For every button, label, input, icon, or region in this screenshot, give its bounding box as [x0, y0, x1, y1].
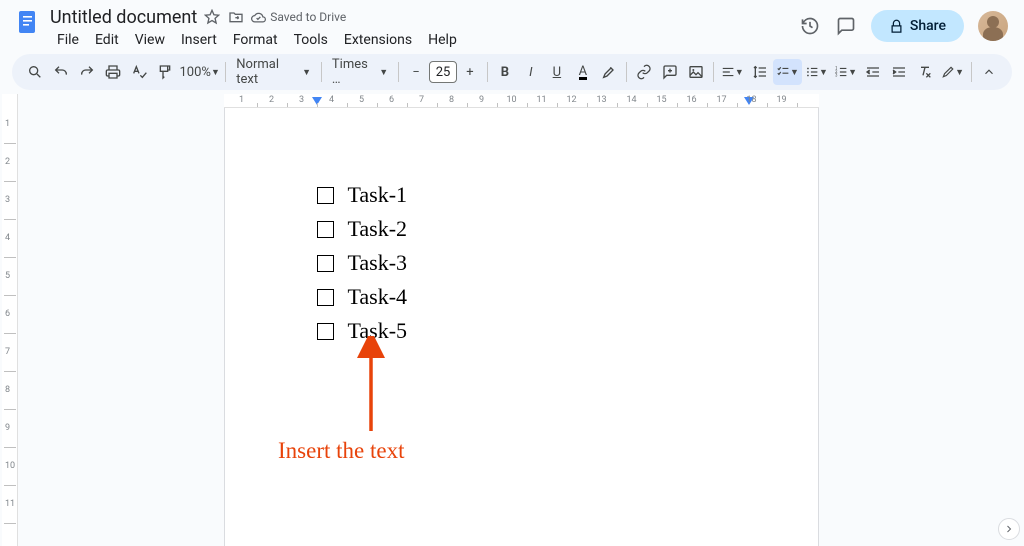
document-scroll[interactable]: 12345678910111213141516171819 Task-1 Tas…: [18, 94, 1024, 546]
horizontal-ruler[interactable]: 12345678910111213141516171819: [224, 94, 819, 108]
line-spacing-button[interactable]: [747, 59, 773, 85]
comment-icon[interactable]: [835, 15, 857, 37]
task-text[interactable]: Task-3: [348, 246, 408, 280]
menu-format[interactable]: Format: [226, 30, 285, 50]
undo-icon[interactable]: [48, 59, 74, 85]
vertical-ruler[interactable]: 1234567891011: [2, 94, 18, 546]
menu-view[interactable]: View: [128, 30, 172, 50]
task-text[interactable]: Task-5: [348, 314, 408, 348]
font-size-input[interactable]: 25: [429, 61, 457, 83]
italic-button[interactable]: I: [518, 59, 544, 85]
task-text[interactable]: Task-1: [348, 178, 408, 212]
insert-image-button[interactable]: [683, 59, 709, 85]
save-status-text: Saved to Drive: [270, 10, 346, 24]
editing-mode-button[interactable]: ▼: [938, 59, 967, 85]
app-header: Untitled document Saved to Drive File Ed…: [0, 0, 1024, 52]
menu-insert[interactable]: Insert: [174, 30, 224, 50]
numbered-list-button[interactable]: 123▼: [831, 59, 860, 85]
header-right: Share: [799, 6, 1014, 42]
toolbar: 100%▼ Normal text▼ Times …▼ − 25 + B I U…: [12, 54, 1012, 90]
print-icon[interactable]: [100, 59, 126, 85]
paint-format-icon[interactable]: [152, 59, 178, 85]
highlight-color-button[interactable]: [596, 59, 622, 85]
document-page[interactable]: Task-1 Task-2 Task-3 Task-4 Task-5: [224, 108, 819, 546]
save-status[interactable]: Saved to Drive: [251, 10, 346, 25]
checkbox-icon[interactable]: [317, 221, 334, 238]
account-avatar[interactable]: [978, 11, 1008, 41]
title-block: Untitled document Saved to Drive File Ed…: [50, 6, 799, 50]
document-content[interactable]: Task-1 Task-2 Task-3 Task-4 Task-5: [225, 108, 818, 418]
redo-icon[interactable]: [74, 59, 100, 85]
bulleted-list-button[interactable]: ▼: [802, 59, 831, 85]
align-button[interactable]: ▼: [718, 59, 747, 85]
share-button[interactable]: Share: [871, 10, 964, 42]
checkbox-icon[interactable]: [317, 323, 334, 340]
menu-extensions[interactable]: Extensions: [337, 30, 419, 50]
checklist-button[interactable]: ▼: [773, 59, 802, 85]
menu-tools[interactable]: Tools: [287, 30, 335, 50]
checkbox-icon[interactable]: [317, 289, 334, 306]
decrease-font-size-button[interactable]: −: [403, 59, 429, 85]
task-text[interactable]: Task-2: [348, 212, 408, 246]
star-icon[interactable]: [203, 8, 221, 26]
move-icon[interactable]: [227, 8, 245, 26]
explore-button[interactable]: [998, 518, 1020, 540]
spellcheck-icon[interactable]: [126, 59, 152, 85]
bold-button[interactable]: B: [492, 59, 518, 85]
text-color-button[interactable]: A: [570, 59, 596, 85]
checklist-item[interactable]: Task-3: [295, 246, 748, 280]
font-value: Times …: [332, 57, 375, 87]
docs-logo[interactable]: [14, 8, 42, 36]
search-menus-icon[interactable]: [22, 59, 48, 85]
history-icon[interactable]: [799, 15, 821, 37]
document-title[interactable]: Untitled document: [50, 7, 197, 28]
insert-link-button[interactable]: [631, 59, 657, 85]
checkbox-icon[interactable]: [317, 187, 334, 204]
increase-indent-button[interactable]: [886, 59, 912, 85]
font-family-select[interactable]: Times …▼: [326, 59, 394, 85]
checklist-item[interactable]: Task-5: [295, 314, 748, 348]
checklist-item[interactable]: Task-4: [295, 280, 748, 314]
increase-font-size-button[interactable]: +: [457, 59, 483, 85]
menu-bar: File Edit View Insert Format Tools Exten…: [50, 30, 799, 50]
underline-button[interactable]: U: [544, 59, 570, 85]
menu-help[interactable]: Help: [421, 30, 464, 50]
share-label: Share: [910, 18, 946, 34]
checklist-item[interactable]: Task-1: [295, 178, 748, 212]
add-comment-button[interactable]: [657, 59, 683, 85]
zoom-select[interactable]: 100%▼: [178, 59, 221, 85]
style-value: Normal text: [236, 57, 298, 87]
svg-text:3: 3: [835, 74, 838, 79]
task-text[interactable]: Task-4: [348, 280, 408, 314]
clear-formatting-button[interactable]: [912, 59, 938, 85]
menu-edit[interactable]: Edit: [88, 30, 126, 50]
work-area: 1234567891011 12345678910111213141516171…: [0, 94, 1024, 546]
menu-file[interactable]: File: [50, 30, 86, 50]
hide-menus-button[interactable]: [976, 59, 1002, 85]
paragraph-style-select[interactable]: Normal text▼: [230, 59, 317, 85]
zoom-value: 100%: [180, 65, 211, 80]
checklist-item[interactable]: Task-2: [295, 212, 748, 246]
decrease-indent-button[interactable]: [860, 59, 886, 85]
checkbox-icon[interactable]: [317, 255, 334, 272]
